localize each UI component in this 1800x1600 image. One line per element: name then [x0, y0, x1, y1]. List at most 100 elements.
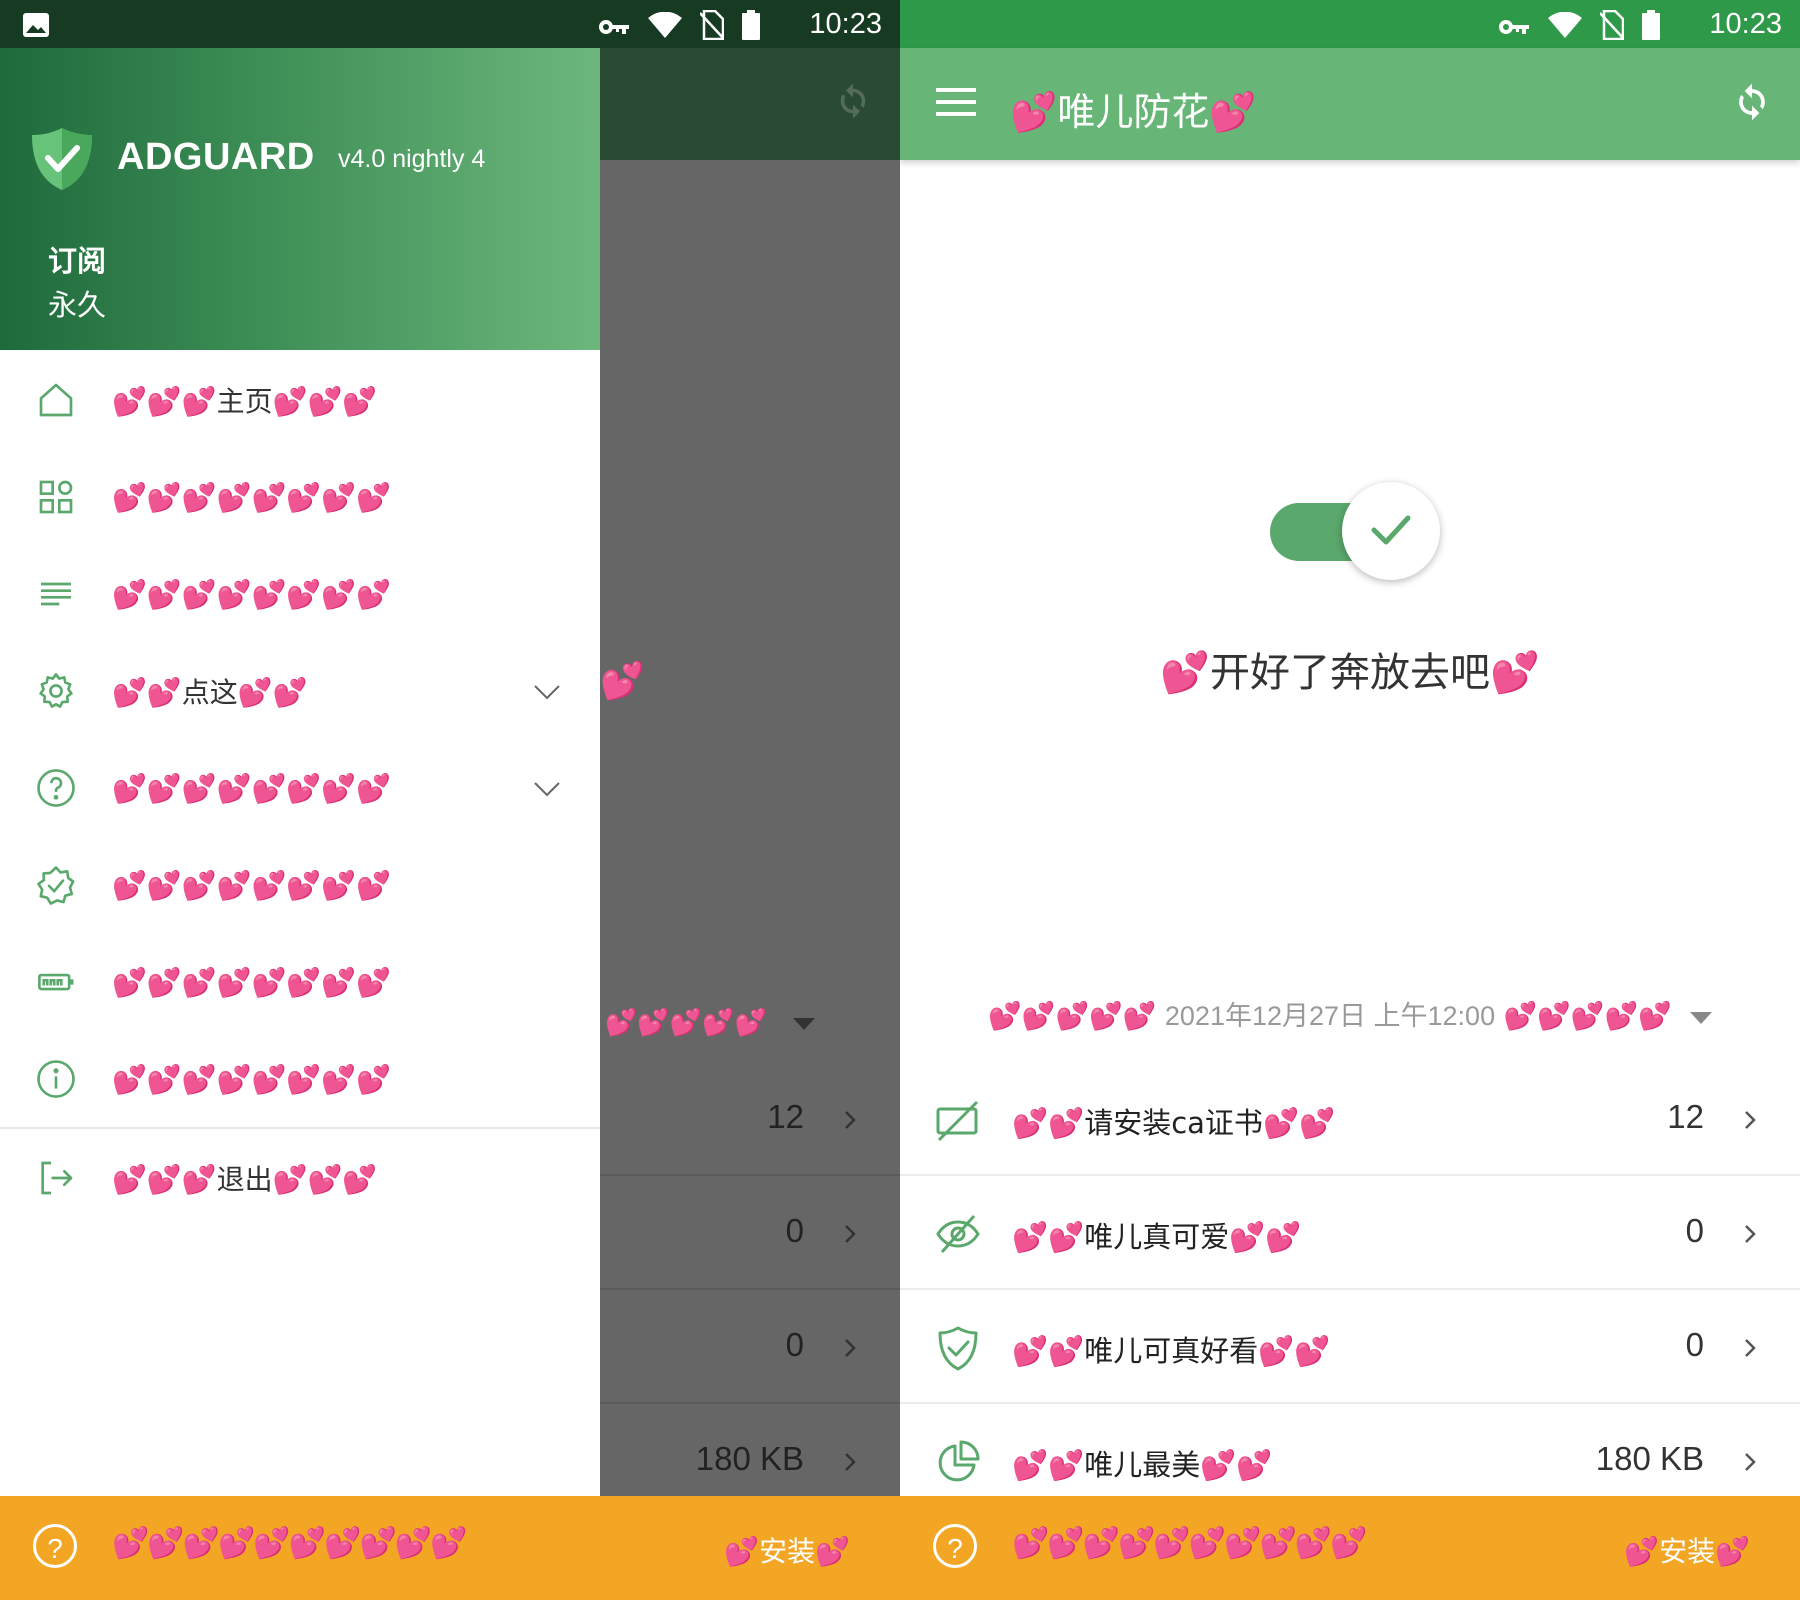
no-cert-icon [936, 1100, 979, 1142]
underlay-heart: 💕 [600, 661, 645, 702]
list-icon [33, 571, 79, 617]
check-icon [1371, 515, 1411, 545]
underlay-value: 0 [785, 1326, 804, 1363]
stat-label: 💕💕唯儿可真好看💕💕 [1012, 1334, 1331, 1368]
drawer-item-filters[interactable]: 💕💕💕💕💕💕💕💕 [0, 546, 600, 642]
dropdown-arrow-icon [1689, 1011, 1712, 1024]
chevron-right-icon [1745, 1339, 1756, 1357]
status-icons [1498, 9, 1660, 47]
underlay-value: 180 KB [695, 1440, 804, 1477]
stat-value: 0 [1685, 1326, 1704, 1363]
eye-off-icon [936, 1215, 980, 1253]
shield-check-icon [938, 1326, 978, 1371]
drawer-item-label: 💕💕💕💕💕💕💕💕 [112, 965, 391, 999]
underlay-value: 12 [767, 1098, 804, 1135]
gear-icon [33, 668, 79, 714]
stat-row[interactable]: 💕💕唯儿可真好看💕💕 0 [900, 1292, 1800, 1404]
drawer-item-apps[interactable]: 💕💕💕💕💕💕💕💕 [0, 449, 600, 545]
chevron-right-icon [1745, 1453, 1756, 1471]
vpn-key-icon [1498, 13, 1530, 44]
help-circle-icon [33, 765, 79, 811]
underlay-value: 0 [785, 1212, 804, 1249]
stat-label: 💕💕请安装ca证书💕💕 [1012, 1106, 1336, 1140]
toggle-thumb [1342, 482, 1440, 580]
no-sim-icon [1599, 9, 1625, 47]
right-screenshot: 10:23 💕唯儿防花💕 💕开好了奔放去吧💕 💕💕💕💕💕 2021年12月27日… [900, 0, 1800, 1600]
install-banner[interactable]: ? 💕💕💕💕💕💕💕💕💕💕 💕安装💕 [0, 1496, 900, 1600]
drawer-item-label: 💕💕点这💕💕 [112, 676, 308, 709]
subscription-value: 永久 [48, 288, 107, 322]
status-icons [598, 9, 760, 47]
navigation-drawer: ADGUARD v4.0 nightly 4 订阅 永久 💕💕💕主页💕💕💕 💕💕… [0, 0, 600, 1496]
no-sim-icon [699, 9, 725, 47]
drawer-item-home[interactable]: 💕💕💕主页💕💕💕 [0, 352, 600, 448]
left-screenshot: 💕💕💕💕💕 💕 12 0 0 180 KB ADGUARD v4.0 night… [0, 0, 900, 1600]
drawer-item-settings[interactable]: 💕💕点这💕💕 [0, 643, 600, 739]
stat-value: 0 [1685, 1212, 1704, 1249]
stat-value: 12 [1667, 1098, 1704, 1135]
logout-icon [33, 1155, 79, 1201]
drawer-item-label: 💕💕💕💕💕💕💕💕 [112, 771, 391, 805]
drawer-item-about[interactable]: 💕💕💕💕💕💕💕💕 [0, 1031, 600, 1127]
chevron-right-icon [845, 1453, 856, 1471]
drawer-item-features[interactable]: 💕💕💕💕💕💕💕💕 [0, 837, 600, 933]
banner-hearts: 💕💕💕💕💕💕💕💕💕💕 [112, 1526, 468, 1561]
chevron-right-icon [1745, 1111, 1756, 1129]
clock: 10:23 [809, 8, 882, 40]
home-icon [33, 377, 79, 423]
stats-period-selector[interactable]: 💕💕💕💕💕 2021年12月27日 上午12:00 💕💕💕💕💕 [900, 994, 1800, 1033]
chevron-right-icon [845, 1339, 856, 1357]
info-icon [33, 1056, 79, 1102]
pie-chart-icon [938, 1440, 980, 1482]
drawer-item-logout[interactable]: 💕💕💕退出💕💕💕 [0, 1130, 600, 1226]
drawer-divider [0, 1127, 600, 1129]
chevron-right-icon [845, 1225, 856, 1243]
drawer-item-label: 💕💕💕💕💕💕💕💕 [112, 868, 391, 902]
install-button[interactable]: 💕安装💕 [724, 1530, 850, 1570]
stat-row[interactable]: 💕💕唯儿真可爱💕💕 0 [900, 1178, 1800, 1290]
status-bar: 10:23 [900, 0, 1800, 48]
battery-status-icon [742, 10, 760, 47]
app-version: v4.0 nightly 4 [338, 145, 486, 173]
drawer-item-label: 💕💕💕主页💕💕💕 [112, 385, 378, 418]
install-banner[interactable]: ? 💕💕💕💕💕💕💕💕💕💕 💕安装💕 [900, 1496, 1800, 1600]
refresh-icon[interactable] [1730, 80, 1774, 124]
drawer-item-label: 💕💕💕💕💕💕💕💕 [112, 480, 391, 514]
stat-label: 💕💕唯儿真可爱💕💕 [1012, 1220, 1302, 1254]
battery-icon [33, 959, 79, 1005]
underlay-hearts: 💕💕💕💕💕 [605, 1008, 816, 1038]
help-icon[interactable]: ? [933, 1524, 977, 1568]
drawer-item-battery[interactable]: 💕💕💕💕💕💕💕💕 [0, 934, 600, 1030]
chevron-right-icon [845, 1111, 856, 1129]
drawer-item-support[interactable]: 💕💕💕💕💕💕💕💕 [0, 740, 600, 836]
chevron-right-icon [1745, 1225, 1756, 1243]
protection-status: 💕开好了奔放去吧💕 [1160, 650, 1540, 696]
drawer-item-label: 💕💕💕💕💕💕💕💕 [112, 577, 391, 611]
drawer-item-label: 💕💕💕💕💕💕💕💕 [112, 1062, 391, 1096]
help-icon[interactable]: ? [33, 1524, 77, 1568]
image-notification-icon [23, 13, 49, 37]
wifi-icon [1548, 11, 1582, 45]
stat-value: 180 KB [1595, 1440, 1704, 1477]
toolbar-title: 💕唯儿防花💕 [1010, 90, 1257, 134]
adguard-shield-logo-icon [32, 128, 92, 190]
clock: 10:23 [1709, 8, 1782, 40]
battery-status-icon [1642, 10, 1660, 47]
chevron-down-icon[interactable] [532, 676, 562, 706]
menu-icon[interactable] [936, 86, 976, 118]
drawer-header: ADGUARD v4.0 nightly 4 订阅 永久 [0, 48, 600, 350]
banner-hearts: 💕💕💕💕💕💕💕💕💕💕 [1012, 1526, 1368, 1561]
stat-label: 💕💕唯儿最美💕💕 [1012, 1448, 1273, 1482]
subscription-label: 订阅 [48, 244, 107, 278]
apps-grid-icon [33, 474, 79, 520]
vpn-key-icon [598, 13, 630, 44]
stat-row[interactable]: 💕💕请安装ca证书💕💕 12 [900, 1064, 1800, 1176]
app-toolbar: 💕唯儿防花💕 [900, 48, 1800, 160]
wifi-icon [648, 11, 682, 45]
chevron-down-icon[interactable] [532, 773, 562, 803]
badge-icon [33, 862, 79, 908]
app-brand: ADGUARD [117, 136, 315, 178]
install-button[interactable]: 💕安装💕 [1624, 1530, 1750, 1570]
refresh-icon [840, 83, 866, 119]
protection-toggle[interactable] [1270, 480, 1444, 584]
